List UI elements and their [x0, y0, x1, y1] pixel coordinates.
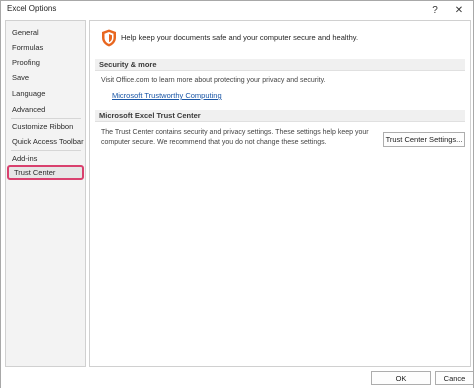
trustworthy-computing-link[interactable]: Microsoft Trustworthy Computing [112, 91, 222, 100]
ok-button[interactable]: OK [371, 371, 431, 385]
security-more-text: Visit Office.com to learn more about pro… [101, 77, 326, 84]
cancel-button[interactable]: Cance [435, 371, 473, 385]
trust-center-settings-button[interactable]: Trust Center Settings... [383, 132, 465, 147]
sidebar-item-quick-access-toolbar[interactable]: Quick Access Toolbar [6, 134, 85, 149]
trust-center-panel: Help keep your documents safe and your c… [89, 20, 471, 367]
sidebar-item-add-ins[interactable]: Add-ins [6, 151, 85, 166]
sidebar-item-general[interactable]: General [6, 25, 85, 40]
close-button[interactable]: ✕ [448, 1, 470, 19]
trust-center-header: Microsoft Excel Trust Center [95, 110, 465, 122]
help-button[interactable]: ? [424, 1, 446, 19]
banner-text: Help keep your documents safe and your c… [121, 33, 359, 42]
sidebar-item-advanced[interactable]: Advanced [6, 102, 85, 117]
title-bar: Excel Options ? ✕ [1, 1, 473, 19]
dialog-footer: OK Cance [1, 367, 473, 388]
security-more-header: Security & more [95, 59, 465, 71]
sidebar-item-proofing[interactable]: Proofing [6, 55, 85, 70]
trust-center-text-line1: The Trust Center contains security and p… [101, 129, 369, 136]
sidebar-item-customize-ribbon[interactable]: Customize Ribbon [6, 119, 85, 134]
sidebar-item-language[interactable]: Language [6, 86, 85, 101]
options-sidebar: General Formulas Proofing Save Language … [5, 20, 86, 367]
shield-icon [101, 29, 117, 52]
window-title: Excel Options [7, 4, 57, 13]
sidebar-item-formulas[interactable]: Formulas [6, 40, 85, 55]
excel-options-dialog: Excel Options ? ✕ General Formulas Proof… [0, 0, 474, 388]
sidebar-item-save[interactable]: Save [6, 70, 85, 85]
trust-center-text-line2: computer secure. We recommend that you d… [101, 139, 327, 146]
sidebar-item-trust-center[interactable]: Trust Center [7, 165, 84, 180]
